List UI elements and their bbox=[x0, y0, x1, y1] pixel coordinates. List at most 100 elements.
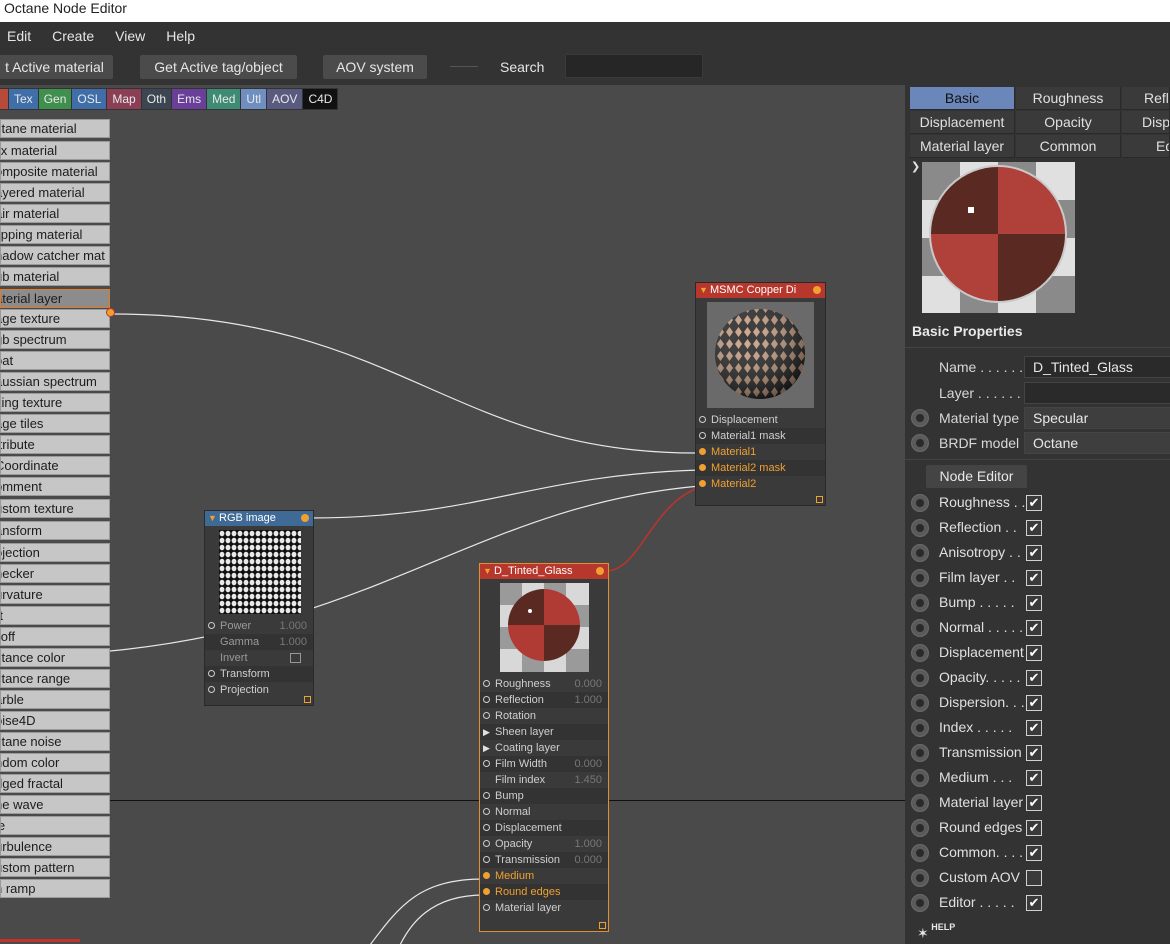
input-pin-icon[interactable] bbox=[699, 464, 706, 471]
tab-category-aov[interactable]: AOV bbox=[267, 89, 303, 109]
toggle-radio[interactable] bbox=[911, 694, 929, 712]
tab-category-tex[interactable]: Tex bbox=[9, 89, 38, 109]
toggle-radio[interactable] bbox=[911, 619, 929, 637]
node-list-item[interactable]: urbulence bbox=[0, 837, 110, 856]
node-list-item[interactable]: lloff bbox=[0, 627, 110, 646]
node-list-item[interactable]: omposite material bbox=[0, 162, 110, 181]
node-editor-button[interactable]: Node Editor bbox=[926, 465, 1027, 488]
tab-category-c4d[interactable]: C4D bbox=[303, 89, 338, 109]
resize-handle-icon[interactable] bbox=[816, 496, 823, 503]
node-header[interactable]: ▼ MSMC Copper Di bbox=[696, 283, 825, 298]
param-bump[interactable]: Bump bbox=[480, 788, 608, 804]
brdf-model-select[interactable]: Octane bbox=[1024, 432, 1170, 454]
toggle-radio[interactable] bbox=[911, 494, 929, 512]
param-coating-layer[interactable]: ▶ Coating layer bbox=[480, 740, 608, 756]
node-list-item[interactable]: age tiles bbox=[0, 414, 110, 433]
param-power[interactable]: Power 1.000 bbox=[205, 618, 313, 634]
param-normal[interactable]: Normal bbox=[480, 804, 608, 820]
toggle-radio[interactable] bbox=[911, 894, 929, 912]
toggle-radio[interactable] bbox=[911, 644, 929, 662]
node-list-item[interactable]: ctane material bbox=[0, 119, 110, 138]
tab-category-ems[interactable]: Ems bbox=[172, 89, 207, 109]
toggle-checkbox[interactable]: ✔ bbox=[1026, 820, 1042, 836]
node-list-item[interactable]: air material bbox=[0, 204, 110, 223]
tab-category-utl[interactable]: Utl bbox=[241, 89, 267, 109]
brdf-model-radio[interactable] bbox=[911, 434, 929, 452]
node-list-item[interactable]: ojection bbox=[0, 543, 110, 562]
tab-category-gen[interactable]: Gen bbox=[38, 89, 72, 109]
menu-help[interactable]: Help bbox=[166, 28, 195, 44]
tab-common[interactable]: Common bbox=[1016, 135, 1121, 158]
toggle-checkbox[interactable]: ✔ bbox=[1026, 895, 1042, 911]
tab-category-map[interactable]: Map bbox=[107, 89, 141, 109]
param-opacity[interactable]: Opacity 1.000 bbox=[480, 836, 608, 852]
input-material1[interactable]: Material1 bbox=[696, 444, 825, 460]
node-list-item[interactable]: Coordinate bbox=[0, 456, 110, 475]
menu-view[interactable]: View bbox=[115, 28, 145, 44]
node-list-item[interactable]: hecker bbox=[0, 564, 110, 583]
node-list-item[interactable]: ctane noise bbox=[0, 732, 110, 751]
input-pin-icon[interactable] bbox=[699, 480, 706, 487]
output-pin-icon[interactable] bbox=[596, 567, 604, 575]
toggle-radio[interactable] bbox=[911, 744, 929, 762]
toggle-radio[interactable] bbox=[911, 544, 929, 562]
collapse-triangle-icon[interactable]: ▼ bbox=[699, 283, 708, 298]
toggle-radio[interactable] bbox=[911, 594, 929, 612]
node-msmc-copper[interactable]: ▼ MSMC Copper Di Displacement Material1 … bbox=[695, 282, 826, 506]
param-invert[interactable]: Invert bbox=[205, 650, 313, 666]
node-list-item[interactable]: oat bbox=[0, 351, 110, 370]
input-pin-icon[interactable] bbox=[483, 904, 490, 911]
node-list-item[interactable]: n ramp bbox=[0, 879, 110, 898]
toggle-radio[interactable] bbox=[911, 519, 929, 537]
node-list-item[interactable]: stance color bbox=[0, 648, 110, 667]
invert-checkbox[interactable] bbox=[290, 653, 301, 663]
collapse-chevron-icon[interactable]: ❯ bbox=[911, 160, 920, 173]
tab-category-mat[interactable] bbox=[0, 89, 8, 109]
layer-field[interactable] bbox=[1024, 382, 1170, 404]
input-pin-icon[interactable] bbox=[483, 872, 490, 879]
output-pin-icon[interactable] bbox=[813, 286, 821, 294]
input-pin-icon[interactable] bbox=[208, 686, 215, 693]
toggle-checkbox[interactable]: ✔ bbox=[1026, 770, 1042, 786]
input-pin-icon[interactable] bbox=[483, 840, 490, 847]
input-pin-icon[interactable] bbox=[483, 680, 490, 687]
toggle-checkbox[interactable]: ✔ bbox=[1026, 620, 1042, 636]
input-pin-icon[interactable] bbox=[699, 448, 706, 455]
toggle-radio[interactable] bbox=[911, 869, 929, 887]
param-projection[interactable]: Projection bbox=[205, 682, 313, 698]
search-input[interactable] bbox=[565, 54, 703, 78]
node-rgb-image[interactable]: ▼ RGB image Power 1.000 Gamma 1.000 Invert… bbox=[204, 510, 314, 706]
node-list-item[interactable]: hadow catcher mat bbox=[0, 246, 110, 265]
toggle-radio[interactable] bbox=[911, 569, 929, 587]
node-list-item[interactable]: ayered material bbox=[0, 183, 110, 202]
node-list-item[interactable]: ne wave bbox=[0, 795, 110, 814]
param-film-width[interactable]: Film Width 0.000 bbox=[480, 756, 608, 772]
collapse-triangle-icon[interactable]: ▼ bbox=[483, 564, 492, 579]
get-active-tag-button[interactable]: Get Active tag/object bbox=[140, 55, 297, 79]
input-displacement[interactable]: Displacement bbox=[696, 412, 825, 428]
toggle-radio[interactable] bbox=[911, 794, 929, 812]
param-round-edges[interactable]: Round edges bbox=[480, 884, 608, 900]
node-list-item[interactable]: dged fractal bbox=[0, 774, 110, 793]
toggle-checkbox[interactable] bbox=[1026, 870, 1042, 886]
node-list-item[interactable]: aussian spectrum bbox=[0, 372, 110, 391]
node-list-item[interactable]: lipping material bbox=[0, 225, 110, 244]
menu-edit[interactable]: Edit bbox=[7, 28, 31, 44]
param-roughness[interactable]: Roughness 0.000 bbox=[480, 676, 608, 692]
material-type-select[interactable]: Specular bbox=[1024, 407, 1170, 429]
input-pin-icon[interactable] bbox=[208, 670, 215, 677]
param-displacement[interactable]: Displacement bbox=[480, 820, 608, 836]
toggle-radio[interactable] bbox=[911, 769, 929, 787]
node-list-item[interactable]: ustom pattern bbox=[0, 858, 110, 877]
param-medium[interactable]: Medium bbox=[480, 868, 608, 884]
node-list-item[interactable]: age texture bbox=[0, 309, 110, 328]
input-pin-icon[interactable] bbox=[483, 888, 490, 895]
node-list-item[interactable]: gb spectrum bbox=[0, 330, 110, 349]
node-list-item[interactable]: arble bbox=[0, 690, 110, 709]
aov-system-button[interactable]: AOV system bbox=[323, 55, 427, 79]
input-pin-icon[interactable] bbox=[483, 856, 490, 863]
param-rotation[interactable]: Rotation bbox=[480, 708, 608, 724]
param-material-layer[interactable]: Material layer bbox=[480, 900, 608, 916]
get-active-material-button[interactable]: t Active material bbox=[0, 55, 113, 79]
node-header[interactable]: ▼ RGB image bbox=[205, 511, 313, 526]
